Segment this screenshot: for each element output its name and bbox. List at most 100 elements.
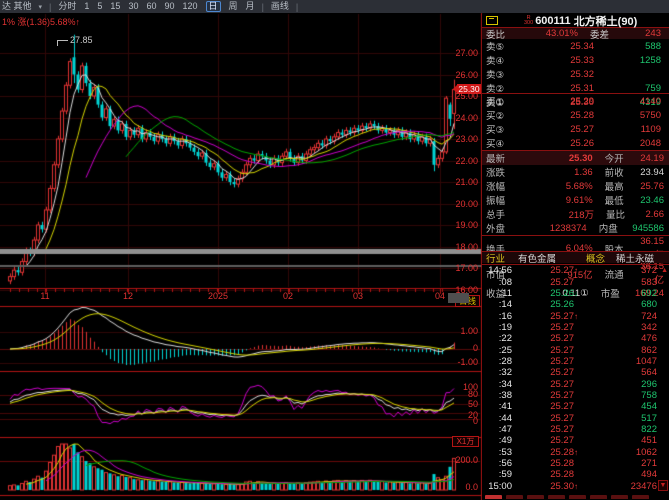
tick-row: :5625.28271 [482,458,669,469]
axis-label: 21.00 [438,178,478,187]
ask-orderbook: 卖⑤25.34588卖④25.331258卖③25.32卖②25.31759卖①… [482,39,669,92]
tick-row: :5325.28↑1062 [482,447,669,458]
axis-label: 12 [108,292,148,301]
axis-label: 0.0 [438,483,478,492]
axis-label: 200.0 [438,456,478,465]
order-row[interactable]: 买①25.294140 [482,94,669,108]
axis-label: 26.00 [438,71,478,80]
axis-label: 04 [420,292,460,301]
bottom-tab-stub[interactable] [485,495,502,499]
volume-unit-badge: X1万 [452,436,479,447]
period-90[interactable]: 90 [164,1,174,12]
period-周[interactable]: 周 [229,1,238,12]
bottom-tab-stub[interactable] [632,495,649,499]
axis-label: 0 [438,417,478,426]
axis-label: 25.00 [438,92,478,101]
order-row[interactable]: 买②25.285750 [482,108,669,122]
order-row[interactable]: 卖④25.331258 [482,53,669,67]
chevron-down-icon[interactable]: ▾ [39,3,43,11]
stat-row: 振幅9.61%最低23.46 [482,193,669,207]
scroll-up-arrow[interactable]: ▲ [661,267,668,274]
menu-more[interactable]: 达 其他 [2,1,32,12]
tick-row: :3225.27564 [482,367,669,378]
axis-label: 0 [438,344,478,353]
period-30[interactable]: 30 [128,1,138,12]
weibi-row: 委比 43.01% 委差 243 [482,28,669,39]
period-120[interactable]: 120 [182,1,197,12]
weibi-value: 43.01% [516,28,578,39]
scroll-down-arrow[interactable]: ▼ [658,480,668,491]
axis-label: 23.00 [438,135,478,144]
axis-label: 11 [25,292,65,301]
bottom-tab-stub[interactable] [590,495,607,499]
tick-row: :1425.26680 [482,299,669,310]
stat-row: 外盘1238374内盘945586 [482,221,669,235]
weicha-value: 243 [630,28,669,39]
bottom-tab-bar [482,495,669,500]
toolbar-separator: | [296,2,298,12]
period-1[interactable]: 1 [84,1,89,12]
period-high-annotation: 27.85 [57,36,93,46]
stat-row: 最新25.30今开24.19 [482,151,669,165]
axis-label: 19.00 [438,221,478,230]
axis-label: 17.00 [438,264,478,273]
period-5[interactable]: 5 [97,1,102,12]
tick-row: :1125.26↓692 [482,288,669,299]
axis-label: 50 [438,400,478,409]
bottom-tab-stub[interactable] [506,495,523,499]
stock-code: 600111 [535,15,571,27]
order-row[interactable]: 卖⑤25.34588 [482,39,669,53]
stat-row: 涨跌1.36前收23.94 [482,165,669,179]
order-row[interactable]: 买③25.271109 [482,122,669,136]
axis-label: 20.00 [438,200,478,209]
period-月[interactable]: 月 [246,1,255,12]
axis-label: 22.00 [438,157,478,166]
draw-line-tool[interactable]: 画线 [271,1,289,12]
tick-list: 14:5625.27↑372:0825.27583:1125.26↓692:14… [482,264,669,492]
chart-layout-icon[interactable] [486,16,498,25]
period-15[interactable]: 15 [110,1,120,12]
tick-row: :2825.271047 [482,356,669,367]
tick-row: 14:5625.27↑372 [482,265,669,276]
annotation-line [57,40,68,46]
stat-row: 涨幅5.68%最高25.76 [482,179,669,193]
tick-row: :4725.27822 [482,424,669,435]
tick-row: :4125.27454 [482,401,669,412]
tick-row: :0825.27583 [482,276,669,287]
tick-row: :2225.27476 [482,333,669,344]
toolbar-separator: | [49,2,51,12]
bid-orderbook: 买①25.294140买②25.285750买③25.271109买④25.26… [482,93,669,146]
tick-row: :4425.27517 [482,412,669,423]
trading-terminal-window: 达 其他 ▾ | 分时1515306090120日周月 | 画线 | 1% 涨(… [0,0,669,500]
axis-label: 02 [268,292,308,301]
axis-label: 2025 [198,292,238,301]
bottom-tab-stub[interactable] [569,495,586,499]
bottom-tab-stub[interactable] [527,495,544,499]
order-row[interactable]: 卖③25.32 [482,67,669,81]
tick-row: :3825.27758 [482,390,669,401]
market-flag: R300 [524,16,533,26]
axis-label: 03 [338,292,378,301]
axis-label: -1.00 [438,358,478,367]
axis-label: 27.00 [438,49,478,58]
axis-label: 18.00 [438,243,478,252]
tick-row: :5925.28494 [482,469,669,480]
order-row[interactable]: 买④25.262048 [482,136,669,150]
axis-label: 80 [438,390,478,399]
bottom-tab-stub[interactable] [611,495,628,499]
concept-value[interactable]: 稀土永磁 [616,251,669,265]
industry-row: 行业 有色金属 概念 稀土永磁 [482,251,669,263]
tick-row: :1925.27342 [482,322,669,333]
stat-row: 总手218万量比2.66 [482,207,669,221]
toolbar-separator: | [262,2,264,12]
industry-value[interactable]: 有色金属 [518,251,580,265]
period-toolbar: 达 其他 ▾ | 分时 15 15 30 60 90 120 日周月 | 画线 | [0,0,669,13]
period-60[interactable]: 60 [146,1,156,12]
period-日[interactable]: 日 [206,1,221,12]
tick-row: 15:0025.30↑23476 [482,481,669,492]
quote-panel: R300 600111 北方稀土(90) 委比 43.01% 委差 243 卖⑤… [482,14,669,500]
tick-row: :1625.27↑724 [482,310,669,321]
tick-row: :2525.27862 [482,344,669,355]
period-分时[interactable]: 分时 [58,1,76,12]
bottom-tab-stub[interactable] [548,495,565,499]
